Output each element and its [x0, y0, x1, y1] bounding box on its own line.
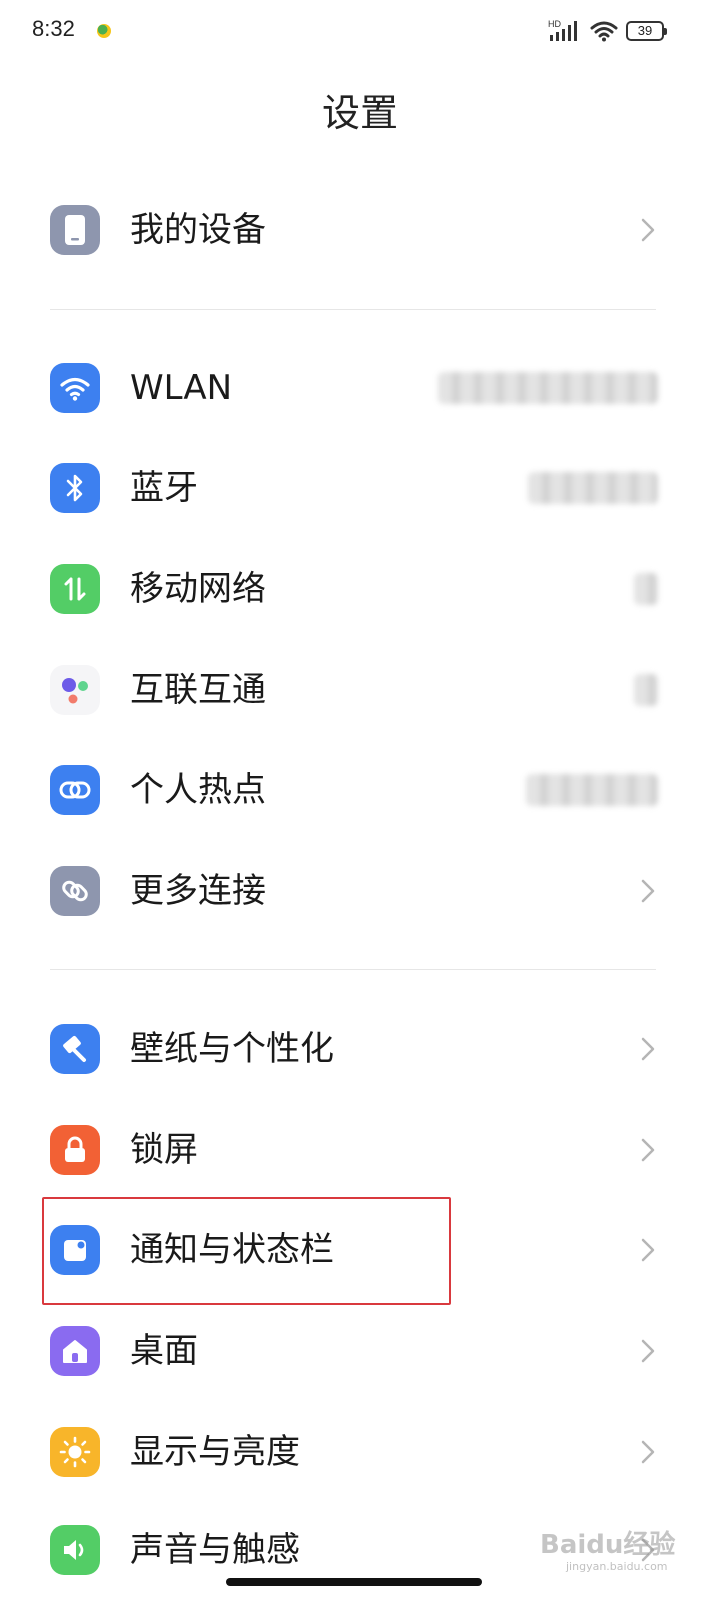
hotspot-status-blurred — [526, 774, 658, 806]
settings-item-label: WLAN — [130, 368, 233, 408]
chevron-right-icon — [641, 1440, 655, 1464]
svg-text:HD: HD — [548, 19, 561, 29]
section-divider — [50, 309, 656, 310]
battery-icon: 39 — [626, 21, 667, 41]
brightness-icon — [50, 1427, 100, 1477]
sound-icon — [50, 1525, 100, 1575]
settings-item-label: 个人热点 — [130, 770, 266, 810]
wlan-network-name-blurred — [438, 372, 658, 404]
app-notification-icon — [97, 24, 111, 38]
chevron-right-icon — [641, 1138, 655, 1162]
mobile-data-icon — [50, 564, 100, 614]
interconnect-icon — [50, 665, 100, 715]
settings-item-mobile-network[interactable]: 移动网络 — [0, 539, 720, 639]
settings-item-my-device[interactable]: 我的设备 — [0, 180, 720, 280]
wifi-icon — [50, 363, 100, 413]
settings-item-wallpaper[interactable]: 壁纸与个性化 — [0, 999, 720, 1099]
page-title: 设置 — [321, 91, 398, 135]
lock-icon — [50, 1125, 100, 1175]
settings-item-label: 我的设备 — [130, 210, 266, 250]
link-icon — [50, 866, 100, 916]
watermark: Baidu经验 — [540, 1530, 676, 1560]
highlight-annotation-box — [42, 1197, 451, 1305]
settings-item-bluetooth[interactable]: 蓝牙 — [0, 438, 720, 538]
settings-item-label: 显示与亮度 — [130, 1432, 300, 1472]
mobile-network-status-blurred — [634, 573, 658, 605]
settings-item-label: 桌面 — [130, 1331, 198, 1371]
wallpaper-icon — [50, 1024, 100, 1074]
settings-item-hotspot[interactable]: 个人热点 — [0, 740, 720, 840]
chevron-right-icon — [641, 1339, 655, 1363]
settings-item-label: 壁纸与个性化 — [130, 1029, 334, 1069]
gesture-home-bar[interactable] — [226, 1578, 482, 1586]
settings-item-display-brightness[interactable]: 显示与亮度 — [0, 1402, 720, 1502]
settings-item-lock-screen[interactable]: 锁屏 — [0, 1100, 720, 1200]
chevron-right-icon — [641, 1037, 655, 1061]
chevron-right-icon — [641, 218, 655, 242]
settings-item-desktop[interactable]: 桌面 — [0, 1301, 720, 1401]
status-indicators: HD 39 — [548, 18, 667, 44]
settings-item-label: 移动网络 — [130, 569, 266, 609]
chevron-right-icon — [641, 1238, 655, 1262]
home-icon — [50, 1326, 100, 1376]
settings-item-label: 蓝牙 — [130, 468, 198, 508]
wifi-status-icon — [590, 21, 618, 42]
settings-item-wlan[interactable]: WLAN — [0, 338, 720, 438]
settings-item-label: 更多连接 — [130, 871, 266, 911]
watermark-url: jingyan.baidu.com — [566, 1560, 668, 1573]
status-time: 8:32 — [32, 16, 75, 41]
bluetooth-status-blurred — [528, 472, 658, 504]
section-divider — [50, 969, 656, 970]
chevron-right-icon — [641, 879, 655, 903]
settings-item-interconnect[interactable]: 互联互通 — [0, 640, 720, 740]
signal-icon: HD — [548, 19, 577, 41]
bluetooth-icon — [50, 463, 100, 513]
settings-item-label: 锁屏 — [130, 1130, 198, 1170]
interconnect-status-blurred — [634, 674, 658, 706]
settings-item-more-connections[interactable]: 更多连接 — [0, 841, 720, 941]
status-bar: 8:32 HD 39 — [0, 0, 720, 62]
hotspot-icon — [50, 765, 100, 815]
phone-icon — [50, 205, 100, 255]
settings-item-label: 互联互通 — [130, 670, 266, 710]
